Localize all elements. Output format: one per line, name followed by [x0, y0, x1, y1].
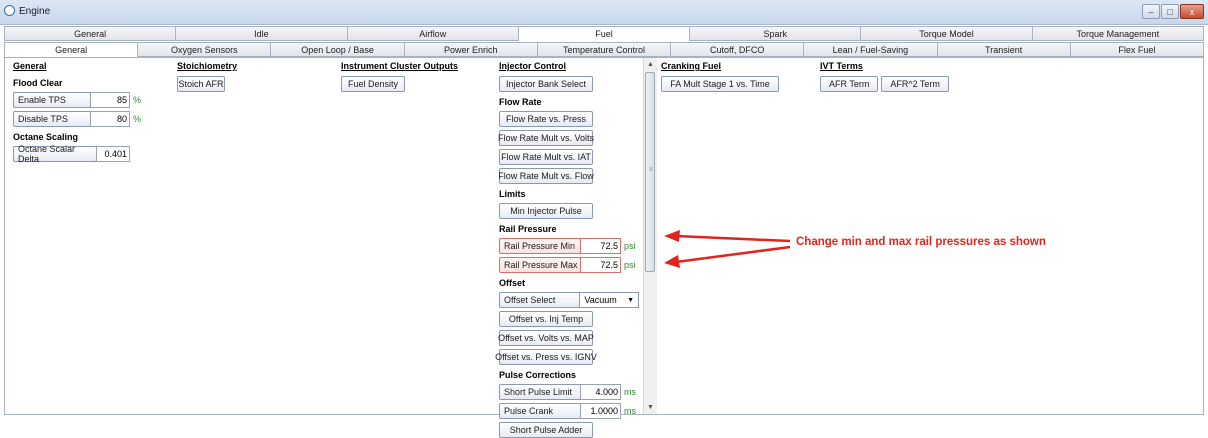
short-pulse-adder-button[interactable]: Short Pulse Adder: [499, 422, 593, 438]
annotation-text: Change min and max rail pressures as sho…: [796, 236, 1046, 248]
annotation-arrows: [664, 230, 791, 268]
arrow-to-rail-min: [664, 230, 791, 243]
arrow-to-rail-max: [664, 245, 791, 268]
